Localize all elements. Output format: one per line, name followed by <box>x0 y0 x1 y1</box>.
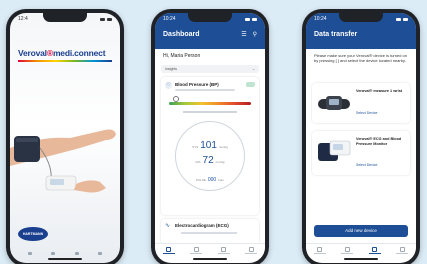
select-device-link[interactable]: Select Device <box>356 111 377 115</box>
pulse-unit: bpm <box>218 178 225 182</box>
tab-bar <box>155 243 265 257</box>
status-icons <box>396 17 408 21</box>
arm-cuff-illustration <box>10 129 116 193</box>
device-card-ecg[interactable]: Veroval® ECG and Blood Pressure Monitor … <box>312 131 410 175</box>
gear-icon <box>399 246 405 252</box>
home-indicator <box>193 258 227 260</box>
home-icon <box>166 246 172 252</box>
status-badge <box>246 82 255 87</box>
phone-notch <box>188 13 232 22</box>
insights-label: Insights <box>165 67 178 71</box>
greeting: Hi, Maria Person <box>163 53 201 59</box>
gear-icon <box>248 246 254 252</box>
home-icon <box>317 246 323 252</box>
transfer-instructions: Please make sure your Veroval® device is… <box>314 53 407 63</box>
home-indicator <box>48 258 82 260</box>
tab-transfer[interactable] <box>368 246 381 255</box>
phone-dashboard: 10:24 Dashboard ☰ ⚲ Hi, Maria Person Ins… <box>151 9 269 264</box>
home-indicator <box>344 258 378 260</box>
insights-dropdown[interactable]: Insights ⌄ <box>161 65 259 73</box>
ecg-subtitle <box>181 232 237 234</box>
bp-card-title: Blood Pressure (BP) <box>175 82 219 87</box>
phone-splash: 12:4 Veroval®medi.connect HARTMANN <box>6 9 124 264</box>
menu-icon[interactable]: ☰ <box>241 31 246 38</box>
bp-reading-circle: SYS 101 mmHg DIA 72 mmHg PULSE 000 bpm <box>175 121 245 191</box>
ecg-card[interactable]: ∿ Electrocardiogram (ECG) <box>161 219 259 245</box>
tab-measurements[interactable] <box>190 246 203 255</box>
profile-icon[interactable]: ⚲ <box>253 31 257 38</box>
chart-icon <box>193 246 199 252</box>
logo-veroval: Veroval <box>18 48 47 58</box>
transfer-screen: 10:24 Data transfer Please make sure you… <box>306 13 416 263</box>
phone-notch <box>339 13 383 22</box>
select-device-link[interactable]: Select Device <box>356 163 377 167</box>
status-time: 10:24 <box>163 16 176 22</box>
tab-bar <box>306 243 416 257</box>
pulse-value: 000 <box>207 177 217 183</box>
chart-icon <box>344 246 350 252</box>
status-time: 12:4 <box>18 16 28 22</box>
bp-card-subtitle <box>175 89 235 91</box>
dia-reading: DIA 72 mmHg <box>176 150 244 168</box>
tab-dashboard[interactable] <box>313 246 326 255</box>
status-icons <box>100 17 112 21</box>
device-card-wrist[interactable]: Veroval® measure 1 wrist Select Device <box>312 83 410 123</box>
app-logo: Veroval®medi.connect <box>18 48 112 58</box>
page-title: Data transfer <box>314 31 358 38</box>
tab-measurements[interactable] <box>341 246 354 255</box>
dia-label: DIA <box>195 160 201 164</box>
tab-transfer[interactable] <box>217 246 230 255</box>
chevron-down-icon: ⌄ <box>252 67 255 71</box>
hartmann-logo: HARTMANN <box>18 227 48 241</box>
status-time: 10:24 <box>314 16 327 22</box>
sys-unit: mmHg <box>218 145 228 149</box>
pulse-label: PULSE <box>195 178 206 182</box>
tab-settings[interactable] <box>245 246 258 255</box>
splash-screen: 12:4 Veroval®medi.connect HARTMANN <box>10 13 120 263</box>
heart-icon: ♡ <box>165 82 172 89</box>
sys-label: SYS <box>192 145 199 149</box>
scale-note <box>183 111 237 113</box>
tab-dashboard[interactable] <box>162 246 175 255</box>
pulse-reading: PULSE 000 bpm <box>176 168 244 186</box>
dashboard-screen: 10:24 Dashboard ☰ ⚲ Hi, Maria Person Ins… <box>155 13 265 263</box>
phone-notch <box>43 13 87 22</box>
ecg-monitor-image <box>318 140 351 161</box>
header-actions: ☰ ⚲ <box>241 31 257 38</box>
wrist-monitor-image <box>318 96 350 110</box>
device-name: Veroval® measure 1 wrist <box>356 89 403 93</box>
logo-medi-connect: medi.connect <box>52 48 106 58</box>
dia-unit: mmHg <box>215 160 225 164</box>
device-name: Veroval® ECG and Blood Pressure Monitor <box>356 137 402 146</box>
logo-rainbow-bar <box>18 60 112 62</box>
transfer-icon <box>221 246 227 252</box>
page-title: Dashboard <box>163 31 200 38</box>
bp-card[interactable]: ♡ Blood Pressure (BP) SYS 101 mmHg DIA 72 mm… <box>161 77 259 215</box>
status-icons <box>245 17 257 21</box>
add-new-device-button[interactable]: Add new device <box>314 225 408 237</box>
ecg-card-title: Electrocardiogram (ECG) <box>175 223 229 228</box>
dia-value: 72 <box>202 155 214 166</box>
transfer-icon <box>372 246 378 252</box>
ecg-icon: ∿ <box>165 223 171 229</box>
phone-data-transfer: 10:24 Data transfer Please make sure you… <box>302 9 420 264</box>
page-indicator <box>28 252 102 255</box>
bp-scale-bar <box>169 102 251 105</box>
tab-settings[interactable] <box>396 246 409 255</box>
